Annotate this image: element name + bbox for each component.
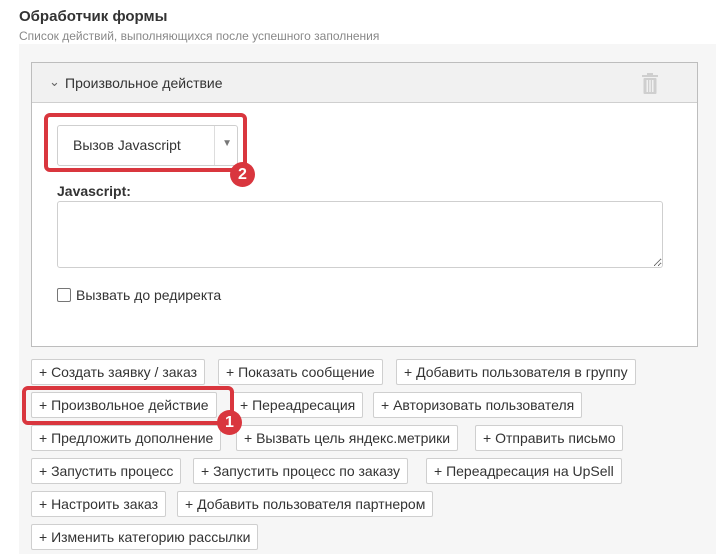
add-authorize-user-button[interactable]: + Авторизовать пользователя (373, 392, 583, 418)
highlight-custom-action (22, 386, 234, 425)
add-create-order-button[interactable]: + Создать заявку / заказ (31, 359, 206, 385)
add-user-to-group-button[interactable]: + Добавить пользователя в группу (396, 359, 636, 385)
call-before-redirect-checkbox[interactable] (57, 288, 71, 302)
javascript-label: Javascript: (57, 183, 131, 199)
add-partner-user-button[interactable]: + Добавить пользователя партнером (177, 491, 434, 517)
add-upsell-redirect-button[interactable]: + Переадресация на UpSell (426, 458, 622, 484)
call-before-redirect-option[interactable]: Вызвать до редиректа (57, 287, 221, 303)
add-change-newsletter-category-button[interactable]: + Изменить категорию рассылки (31, 524, 259, 550)
javascript-input[interactable] (57, 201, 663, 268)
add-configure-order-button[interactable]: + Настроить заказ (31, 491, 167, 517)
add-metrika-goal-button[interactable]: + Вызвать цель яндекс.метрики (236, 425, 459, 451)
add-redirect-button[interactable]: + Переадресация (232, 392, 364, 418)
call-before-redirect-label: Вызвать до редиректа (76, 287, 222, 303)
action-panel-header[interactable]: ⌄ Произвольное действие (32, 63, 697, 103)
step-badge-1: 1 (217, 410, 242, 435)
form-handler-subtitle: Список действий, выполняющихся после усп… (19, 29, 380, 43)
add-start-order-process-button[interactable]: + Запустить процесс по заказу (193, 458, 409, 484)
add-send-email-button[interactable]: + Отправить письмо (475, 425, 624, 451)
action-panel-title: Произвольное действие (65, 75, 223, 91)
step-badge-2: 2 (230, 162, 255, 187)
trash-icon[interactable] (641, 73, 659, 95)
form-handler-title: Обработчик формы (19, 8, 168, 25)
highlight-select (44, 113, 247, 172)
add-start-process-button[interactable]: + Запустить процесс (31, 458, 182, 484)
add-show-message-button[interactable]: + Показать сообщение (218, 359, 383, 385)
chevron-down-icon[interactable]: ⌄ (49, 74, 60, 90)
add-offer-upsell-button[interactable]: + Предложить дополнение (31, 425, 222, 451)
